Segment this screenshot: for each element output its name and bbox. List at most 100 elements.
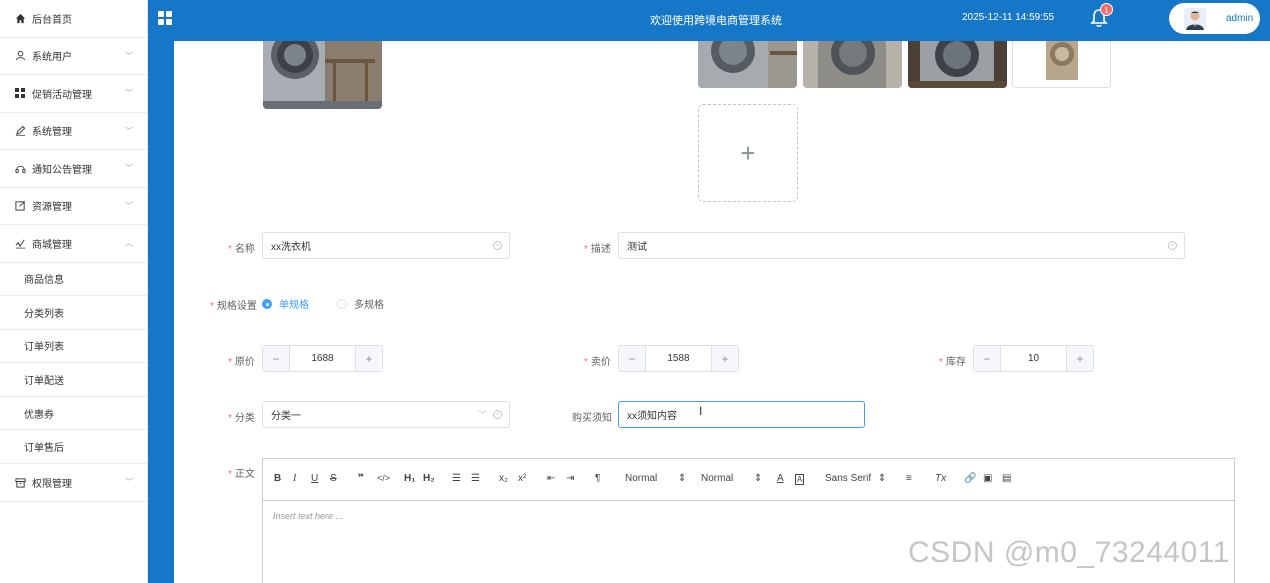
editor-toolbar: B I U S ❞ </> H₁ H₂ ☰ ☰ x₂ x² ⇤ ⇥ ¶ Norm…: [263, 459, 1234, 501]
original-price-stepper[interactable]: − 1688 +: [262, 345, 383, 372]
radio-label: 单规格: [279, 300, 309, 311]
sidebar-subitem-categories[interactable]: 分类列表: [0, 296, 147, 330]
sidebar-subitem-orders[interactable]: 订单列表: [0, 330, 147, 364]
underline-icon[interactable]: U: [311, 473, 318, 484]
decrement-button[interactable]: −: [619, 346, 646, 371]
decrement-button[interactable]: −: [974, 346, 1001, 371]
sidebar-item-label: 资源管理: [32, 202, 72, 214]
sidebar-subitem-after-sales[interactable]: 订单售后: [0, 430, 147, 465]
clear-icon[interactable]: ×: [493, 241, 502, 250]
avatar: [1184, 7, 1206, 30]
size-select-value: Normal: [701, 473, 734, 484]
bullet-list-icon[interactable]: ☰: [471, 473, 480, 484]
menu-toggle-icon[interactable]: [158, 11, 173, 26]
italic-icon[interactable]: I: [293, 473, 296, 484]
radio-dot: [262, 298, 272, 309]
notice-label: 购买须知: [572, 413, 612, 424]
category-select-value: 分类一: [271, 411, 301, 422]
sidebar-item-label: 系统用户: [32, 52, 72, 64]
ordered-list-icon[interactable]: ☰: [452, 473, 461, 484]
sidebar: 后台首页 系统用户 ﹀ 促销活动管理 ﹀ 系统管理 ﹀ 通知公告管理 ﹀ 资源管…: [0, 0, 148, 583]
chevron-down-icon: ﹀: [125, 201, 133, 211]
product-main-image[interactable]: [263, 41, 382, 109]
chevron-down-icon: ﹀: [125, 126, 133, 136]
heading2-icon[interactable]: H₂: [423, 473, 435, 484]
increment-button[interactable]: +: [1066, 346, 1093, 371]
subscript-icon[interactable]: x₂: [499, 473, 508, 484]
chevron-down-icon: ﹀: [125, 163, 133, 173]
stock-value[interactable]: 10: [1001, 346, 1066, 371]
clear-format-icon[interactable]: Tx: [935, 473, 946, 484]
clear-icon[interactable]: ×: [493, 410, 502, 419]
stock-stepper[interactable]: − 10 +: [973, 345, 1094, 372]
product-thumbnail[interactable]: [803, 41, 902, 88]
heading1-icon[interactable]: H₁: [404, 473, 415, 484]
category-select[interactable]: 分类一 ﹀ ×: [262, 401, 510, 428]
superscript-icon[interactable]: x²: [518, 473, 526, 484]
sidebar-item-permissions[interactable]: 权限管理 ﹀: [0, 464, 147, 502]
name-input[interactable]: xx洗衣机 ×: [262, 232, 510, 259]
sidebar-item-label: 促销活动管理: [32, 89, 92, 101]
original-price-value[interactable]: 1688: [290, 346, 355, 371]
grid-icon: [14, 87, 26, 99]
sidebar-item-system-management[interactable]: 系统管理 ﹀: [0, 113, 147, 150]
chevron-down-icon: ﹀: [125, 477, 133, 487]
outdent-icon[interactable]: ⇤: [547, 473, 555, 484]
increment-button[interactable]: +: [355, 346, 382, 371]
radio-dot: [337, 298, 347, 309]
radio-label: 多规格: [354, 300, 384, 311]
product-thumbnail[interactable]: [1012, 41, 1111, 88]
align-icon[interactable]: ≡: [906, 473, 912, 484]
spec-radio-single[interactable]: 单规格: [262, 296, 309, 311]
sidebar-subitem-products[interactable]: 商品信息: [0, 263, 147, 297]
box-icon: [14, 476, 26, 488]
font-select[interactable]: Sans Serif ⇕: [825, 473, 886, 484]
sidebar-item-notices[interactable]: 通知公告管理 ﹀: [0, 150, 147, 188]
user-menu[interactable]: admin: [1169, 3, 1260, 34]
background-color-icon[interactable]: A: [795, 474, 805, 485]
blockquote-icon[interactable]: ❞: [358, 473, 364, 484]
sidebar-subitem-coupons[interactable]: 优惠券: [0, 397, 147, 431]
main-content: + * 名称 xx洗衣机 × * 描述 测试 × * 规格设置 单规格 多规格 * 原价…: [174, 41, 1270, 583]
sidebar-item-promotions[interactable]: 促销活动管理 ﹀: [0, 75, 147, 113]
header-select[interactable]: Normal ⇕: [625, 473, 686, 484]
chevron-down-icon: ﹀: [125, 51, 133, 61]
spec-radio-multi[interactable]: 多规格: [337, 296, 384, 311]
sidebar-item-resources[interactable]: 资源管理 ﹀: [0, 188, 147, 225]
product-thumbnail[interactable]: [698, 41, 797, 88]
increment-button[interactable]: +: [711, 346, 738, 371]
image-icon[interactable]: ▣: [983, 473, 992, 484]
bold-icon[interactable]: B: [274, 473, 281, 484]
sale-price-stepper[interactable]: − 1588 +: [618, 345, 739, 372]
doc-edit-icon: [14, 200, 26, 212]
plus-icon: +: [740, 137, 756, 168]
text-direction-icon[interactable]: ¶: [595, 473, 600, 484]
sale-price-value[interactable]: 1588: [646, 346, 711, 371]
sidebar-item-mall[interactable]: 商城管理 ︿: [0, 225, 147, 263]
desc-input[interactable]: 测试 ×: [618, 232, 1185, 259]
strikethrough-icon[interactable]: S: [330, 473, 337, 484]
clear-icon[interactable]: ×: [1168, 241, 1177, 250]
content-frame-left: [148, 0, 174, 583]
decrement-button[interactable]: −: [263, 346, 290, 371]
code-icon[interactable]: </>: [377, 473, 390, 483]
notice-input[interactable]: xx须知内容: [618, 401, 865, 428]
video-icon[interactable]: ▤: [1002, 473, 1011, 484]
link-icon[interactable]: 🔗: [964, 473, 976, 484]
watermark: CSDN @m0_73244011: [908, 536, 1230, 569]
stock-label: * 库存: [939, 357, 966, 368]
system-title: 欢迎使用跨境电商管理系统: [650, 15, 782, 27]
font-color-icon[interactable]: A: [777, 473, 784, 484]
editor-body[interactable]: Insert text here ...: [263, 501, 1234, 531]
chevron-down-icon: ﹀: [477, 410, 487, 420]
sidebar-subitem-delivery[interactable]: 订单配送: [0, 363, 147, 397]
sidebar-item-home[interactable]: 后台首页: [0, 0, 147, 38]
indent-icon[interactable]: ⇥: [566, 473, 574, 484]
product-thumbnail[interactable]: [908, 41, 1007, 88]
size-select[interactable]: Normal ⇕: [701, 473, 762, 484]
chart-icon: [14, 237, 26, 249]
sidebar-item-system-users[interactable]: 系统用户 ﹀: [0, 38, 147, 75]
current-datetime: 2025-12-11 14:59:55: [962, 12, 1055, 23]
font-select-value: Sans Serif: [825, 473, 872, 484]
image-upload-button[interactable]: +: [698, 104, 798, 202]
